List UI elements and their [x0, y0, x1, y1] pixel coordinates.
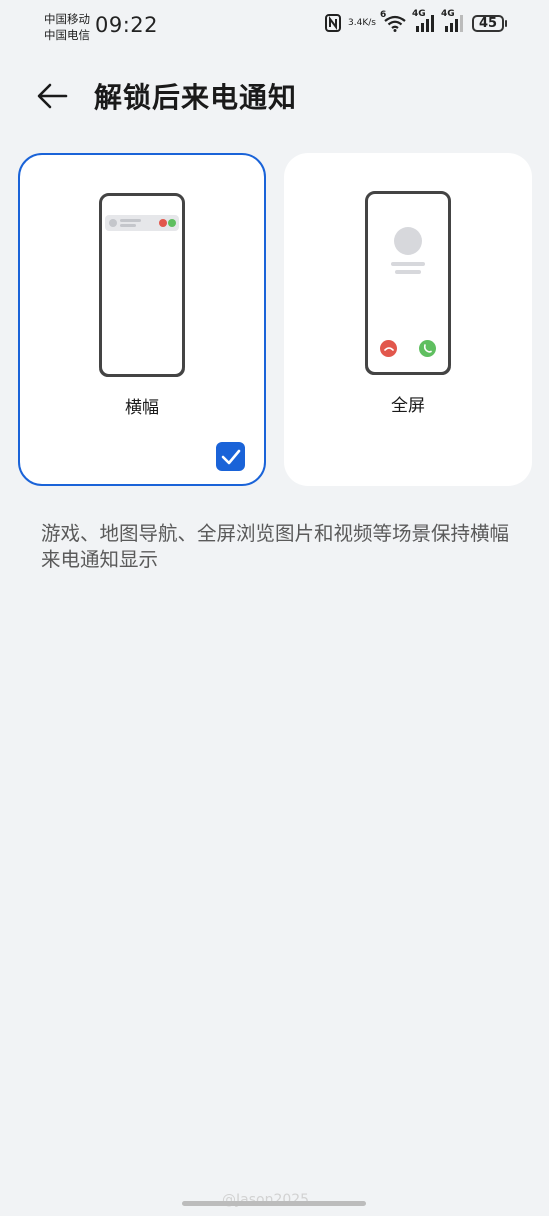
- option-banner[interactable]: 横幅: [18, 153, 266, 486]
- selected-checkbox[interactable]: [216, 442, 245, 471]
- clock: 09:22: [95, 13, 159, 37]
- option-fullscreen[interactable]: 全屏: [284, 153, 532, 486]
- description-text: 游戏、地图导航、全屏浏览图片和视频等场景保持横幅来电通知显示: [41, 522, 510, 571]
- back-button[interactable]: [34, 78, 70, 114]
- status-icons: 3.4 K/s 6 4G 4G 45: [325, 9, 507, 32]
- wifi-icon: 6: [380, 10, 407, 32]
- banner-phone-preview: [99, 193, 185, 377]
- carrier-2: 中国电信: [44, 28, 90, 42]
- check-icon: [221, 449, 240, 464]
- carrier-info: 中国移动 中国电信: [44, 11, 90, 43]
- accept-icon: [168, 219, 176, 227]
- status-bar: 中国移动 中国电信 09:22 3.4 K/s 6 4G 4G 45: [0, 0, 549, 54]
- decline-call-icon: [380, 340, 397, 357]
- accept-call-icon: [419, 340, 436, 357]
- home-indicator[interactable]: [182, 1201, 366, 1206]
- carrier-1: 中国移动: [44, 12, 90, 26]
- nfc-icon: [325, 14, 342, 32]
- battery-icon: 45: [472, 14, 507, 32]
- option-label: 全屏: [391, 396, 425, 416]
- decline-icon: [159, 219, 167, 227]
- avatar-icon: [394, 227, 422, 255]
- option-label: 横幅: [125, 398, 159, 418]
- fullscreen-phone-preview: [365, 191, 451, 375]
- signal-icon: 4G: [412, 9, 436, 32]
- page-title: 解锁后来电通知: [94, 81, 298, 114]
- signal-icon: 4G: [441, 9, 465, 32]
- arrow-left-icon: [37, 83, 68, 109]
- banner-notification-preview: [105, 215, 179, 231]
- network-speed: 3.4 K/s: [348, 17, 376, 28]
